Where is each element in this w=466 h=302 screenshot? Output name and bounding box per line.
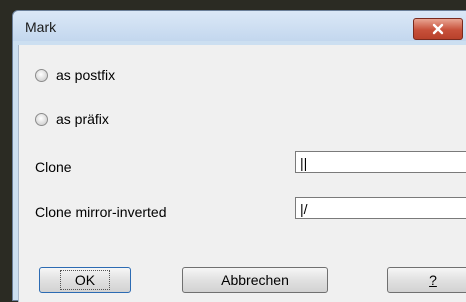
radio-prefix-label: as präfix bbox=[56, 111, 109, 127]
close-button[interactable] bbox=[413, 18, 463, 40]
ok-button-label: OK bbox=[59, 270, 111, 290]
ok-button[interactable]: OK bbox=[39, 267, 131, 293]
mark-dialog: Mark as postfix as präfix Clone Clone mi… bbox=[12, 10, 466, 302]
radio-postfix[interactable]: as postfix bbox=[35, 67, 115, 83]
radio-circle-icon[interactable] bbox=[35, 112, 48, 126]
cancel-button[interactable]: Abbrechen bbox=[182, 267, 328, 293]
radio-circle-icon[interactable] bbox=[35, 68, 48, 82]
title-bar[interactable]: Mark bbox=[13, 11, 466, 41]
clone-mirror-label: Clone mirror-inverted bbox=[35, 204, 167, 220]
help-button[interactable]: ? bbox=[387, 267, 466, 293]
help-button-label: ? bbox=[429, 272, 437, 288]
radio-prefix[interactable]: as präfix bbox=[35, 111, 109, 127]
dialog-title: Mark bbox=[25, 19, 57, 35]
radio-postfix-label: as postfix bbox=[56, 67, 116, 83]
close-x-icon bbox=[432, 23, 444, 35]
clone-label: Clone bbox=[35, 159, 72, 175]
cancel-button-label: Abbrechen bbox=[221, 272, 289, 288]
clone-input[interactable] bbox=[295, 151, 466, 173]
dialog-body: as postfix as präfix Clone Clone mirror-… bbox=[18, 45, 466, 302]
clone-mirror-input[interactable] bbox=[295, 197, 466, 219]
